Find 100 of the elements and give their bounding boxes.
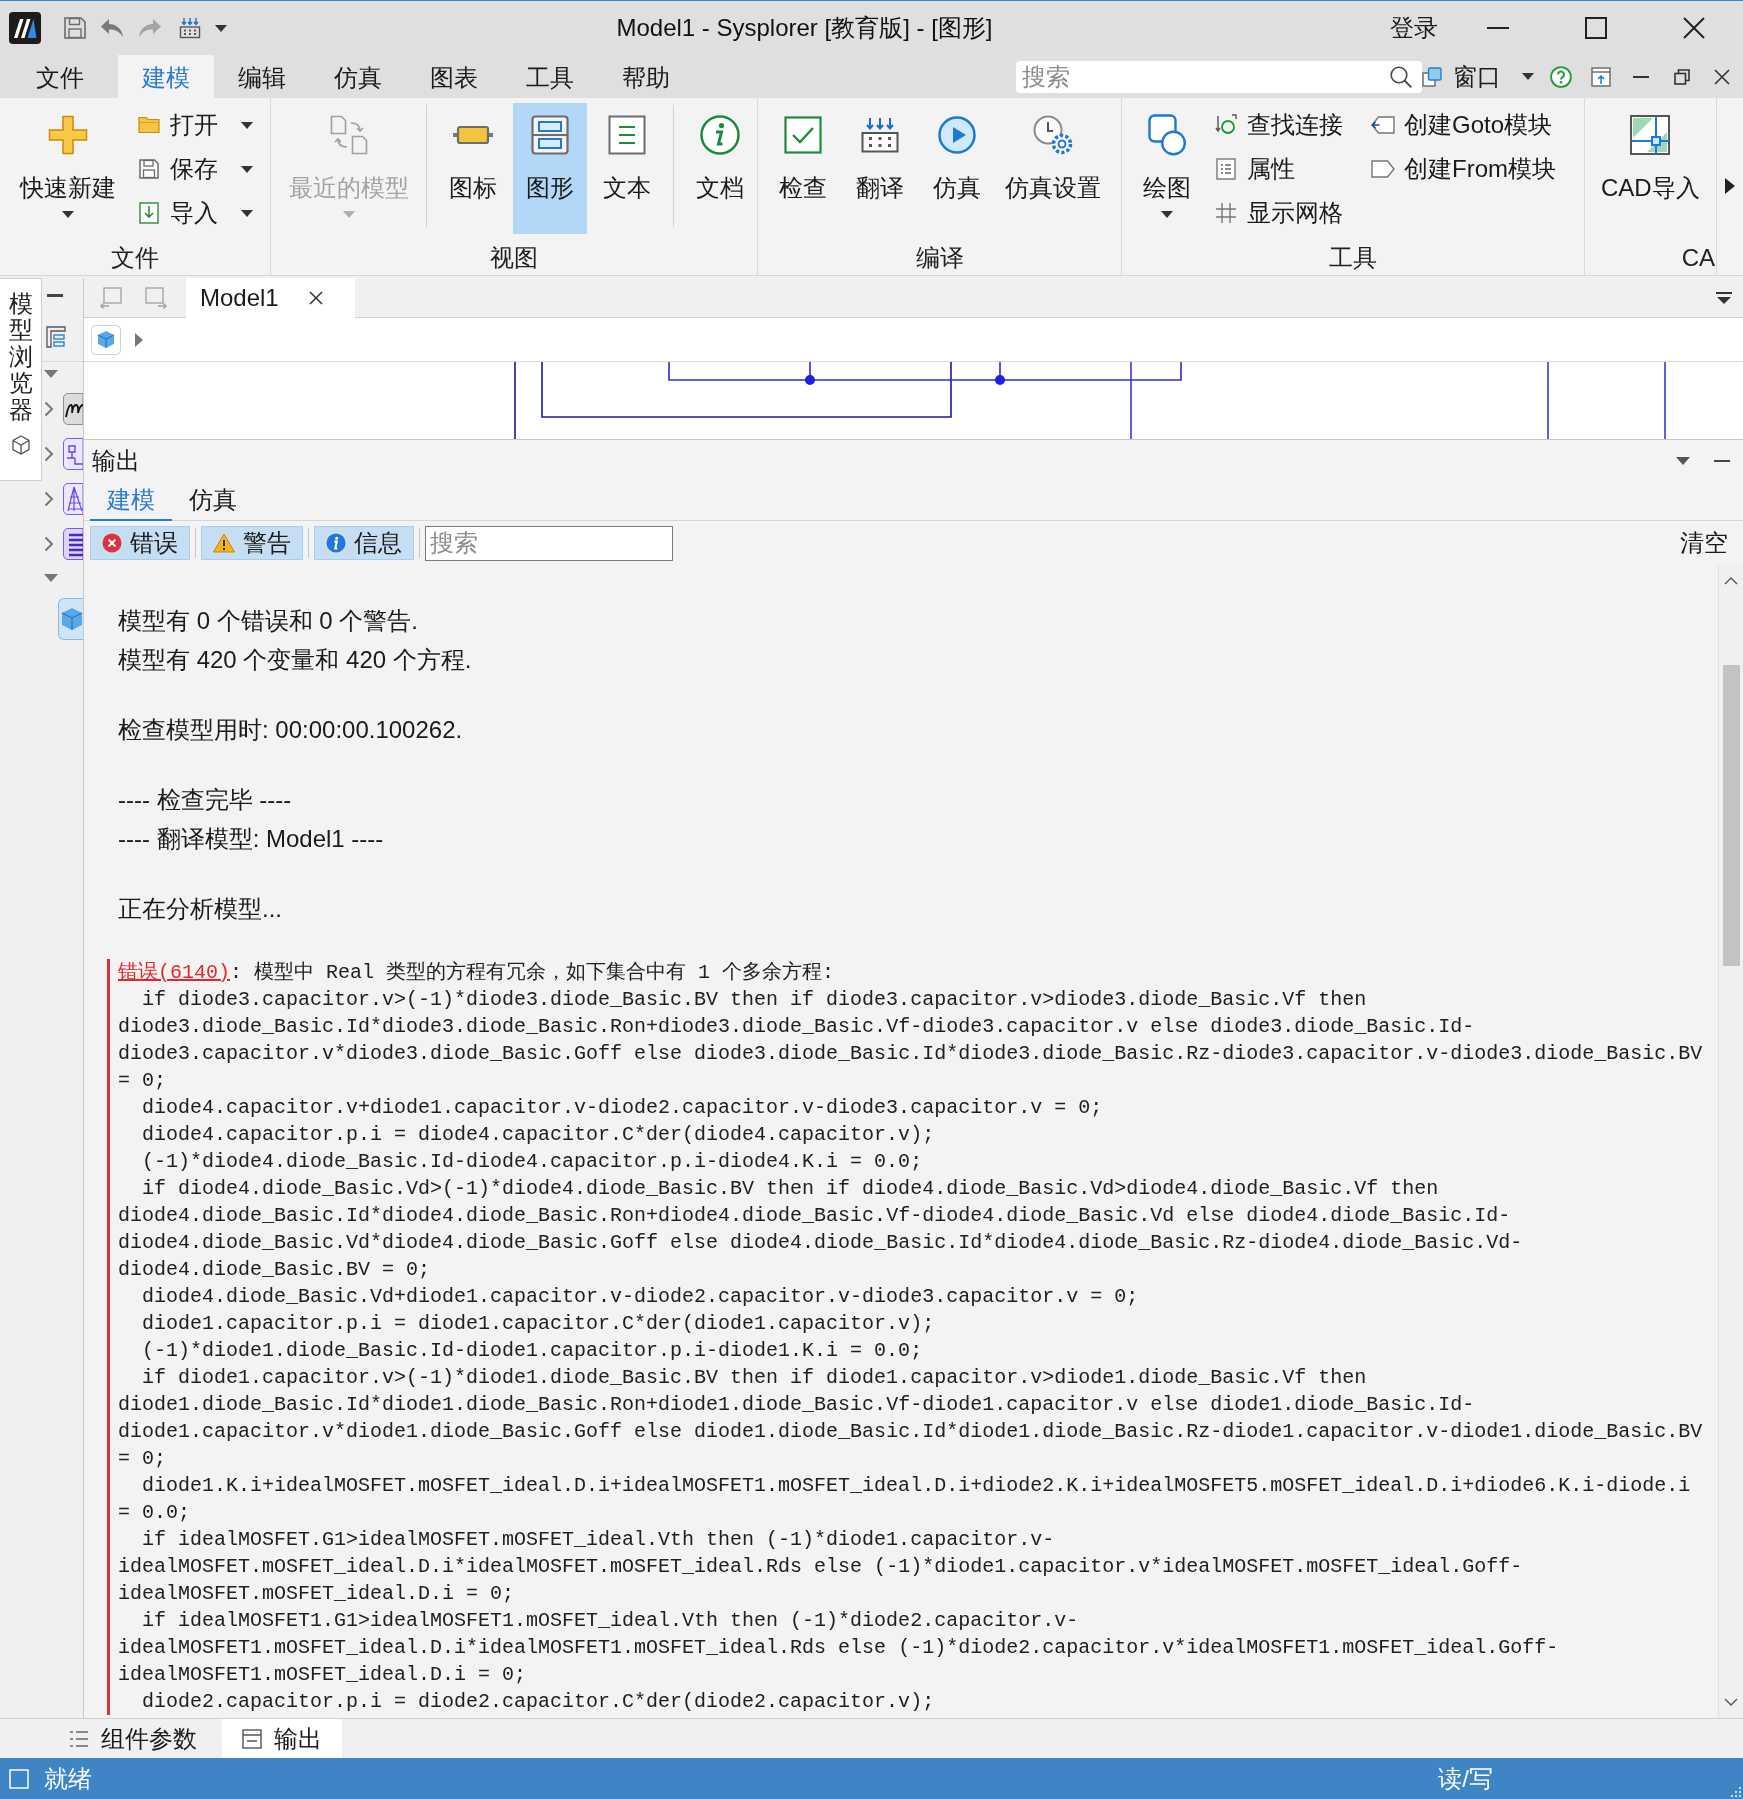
ribbon-button[interactable]: 仿真设置 [997,103,1109,234]
group-label: 文件 [110,243,160,273]
minimize-icon[interactable] [1714,459,1730,462]
menu-caret-icon[interactable] [1716,291,1732,304]
dotted-box-icon [861,117,899,153]
scroll-up-icon[interactable] [1724,577,1738,585]
cube-icon [61,607,83,631]
log-message: 模型有 420 个变量和 420 个方程. [118,645,473,675]
equation-text: diode1.K.i+idealMOSFET.mOSFET_ideal.D.i+idealMOSFET1.mOSFET_ideal.D.i+diode2.K.i+idealMOSFET5.mOSFET_ideal.D.i+diode6.K.i-diode.i = 0.0; [118,1473,1692,1526]
ribbon-button[interactable]: 查找连接 [1209,103,1347,147]
menu-tab[interactable]: 工具 [502,55,598,98]
save-icon [139,159,159,179]
cube-icon[interactable] [91,324,121,355]
error-code-link[interactable]: 错误(6140) [118,961,230,984]
error-icon [102,533,122,553]
help-icon[interactable] [1550,65,1572,88]
clear-button[interactable]: 清空 [1680,527,1728,559]
ribbon-button[interactable]: 创建From模块 [1366,147,1560,191]
status-text: 读/写 [1438,1763,1493,1794]
panel-tab[interactable]: 输出 [222,1719,342,1758]
ribbon-button[interactable]: 文档 [683,103,757,234]
search-field[interactable]: 搜索 [425,525,673,561]
output-tab[interactable]: 仿真 [172,481,254,521]
shapes-icon [1148,114,1186,156]
ribbon-button[interactable]: 检查 [766,103,840,234]
caret-icon [343,211,355,218]
import-icon [139,202,159,224]
clock-gear-icon [1033,115,1073,155]
group-label: CA [1680,243,1716,273]
window-menu-button[interactable]: 窗口 [1422,60,1534,93]
menu-tab[interactable]: 建模 [118,55,214,98]
ribbon-button[interactable]: 属性 [1209,147,1347,191]
filter-toggle[interactable]: 错误 [90,526,190,560]
caret-icon[interactable] [1676,456,1690,465]
undo-icon[interactable] [100,18,124,38]
output-tab[interactable]: 建模 [90,481,172,521]
equation-text: diode1.capacitor.p.i = diode1.capacitor.C*der(diode1.capacitor.v); [141,1311,936,1337]
chevron-right-icon[interactable] [1725,178,1735,194]
ribbon-button[interactable]: 图标 [436,103,510,234]
ribbon-button[interactable]: 保存 [132,147,257,191]
equation-text: diode4.capacitor.p.i = diode4.capacitor.C*der(diode4.capacitor.v); [141,1122,936,1148]
resize-grip-icon[interactable] [1731,1787,1741,1797]
caret-icon [1522,73,1534,80]
close-icon[interactable] [1683,17,1705,39]
library-icon[interactable] [63,527,83,560]
ribbon-button[interactable]: 导入 [132,191,257,235]
ribbon-button[interactable]: 快速新建 [12,103,124,234]
windows-icon [1422,66,1442,87]
panel-tab[interactable]: 组件参数 [60,1719,206,1758]
maximize-icon[interactable] [1585,17,1607,39]
ribbon-button[interactable]: 显示网格 [1209,191,1347,235]
menu-tab[interactable]: 仿真 [310,55,406,98]
equation-text: if idealMOSFET.G1>idealMOSFET.mOSFET_ideal.Vth then (-1)*diode1.capacitor.v-idealMOSFET.mOSFET_ideal.D.i*idealMOSFET.mOSFET_ideal.Rds else (-1)*diode1.capacitor.v*idealMOSFET.mOSFET_ideal.Goff-idealMOSFET.mOSFET_ideal.D.i = 0; [118,1527,1524,1607]
library-icon[interactable] [63,392,83,425]
panel-title: 输出 [92,445,140,476]
diagram-icon [531,115,569,155]
checkbox-icon [784,116,822,154]
list-icon [69,1729,89,1748]
ribbon-button[interactable]: 文本 [590,103,664,234]
equation-text: (-1)*diode1.diode_Basic.Id-diode1.capacitor.p.i-diode1.K.i = 0.0; [141,1338,924,1364]
caret-icon[interactable] [215,24,227,32]
tag-left-icon [1371,116,1395,134]
close-icon[interactable] [1714,68,1730,85]
scroll-down-icon[interactable] [1724,1698,1738,1706]
ribbon-button[interactable]: 图形 [513,103,587,234]
ribbon-button[interactable]: 翻译 [843,103,917,234]
menu-tab[interactable]: 图表 [406,55,502,98]
equation-text: if diode4.diode_Basic.Vd>(-1)*diode4.diode_Basic.BV then if diode4.diode_Basic.Vd>diode4.diode_Basic.Vf then diode4.diode_Basic.Id*diode4.diode_Basic.Ron+diode4.diode_Basic.Vf-diode4.diode_Basic.Vd else diode4.diode_Basic.Id-diode4.diode_Basic.Vd*diode4.diode_Basic.Goff else diode4.diode_Basic.Id*diode4.diode_Basic.Rz-diode4.diode_Basic.Vd-diode4.diode_Basic.BV = 0; [118,1176,1524,1283]
restore-icon[interactable] [1674,68,1690,85]
scrollbar-thumb[interactable] [1722,665,1740,966]
filter-toggle[interactable]: 信息 [314,526,414,560]
side-tab[interactable]: 模型浏览器 [0,278,42,481]
ribbon-button[interactable]: CAD导入 [1593,103,1708,234]
ribbon-button[interactable]: 打开 [132,103,257,147]
caret-icon [241,121,253,129]
filter-toggle[interactable]: 警告 [201,526,303,560]
tree-view-icon[interactable] [46,325,66,348]
square-icon [9,1768,29,1789]
dotted-box-icon[interactable] [179,17,201,39]
document-tab[interactable]: Model1 [186,277,355,318]
ribbon-button[interactable]: 创建Goto模块 [1366,103,1560,147]
menu-tab[interactable]: 编辑 [214,55,310,98]
menu-tab[interactable]: 帮助 [598,55,694,98]
ribbon-button[interactable]: 仿真 [920,103,994,234]
search-field[interactable]: 搜索 [1016,60,1422,93]
ribbon-button[interactable]: 绘图 [1130,103,1204,234]
folder-icon [138,116,160,134]
minimize-icon[interactable] [47,293,63,297]
equation-text: if idealMOSFET1.G1>idealMOSFET1.mOSFET_ideal.Vth then (-1)*diode2.capacitor.v-idealMOSFET1.mOSFET_ideal.D.i*idealMOSFET1.mOSFET_ideal.Rds else (-1)*diode2.capacitor.v*idealMOSFET1.mOSFET_ideal.Goff-idealMOSFET1.mOSFET_ideal.D.i = 0; [118,1608,1560,1688]
model-tree-item[interactable] [58,598,83,640]
log-message: ---- 检查完毕 ---- [118,785,293,815]
save-icon[interactable] [64,17,86,39]
minimize-icon[interactable] [1633,75,1649,78]
log-message: 检查模型用时: 00:00:00.100262. [118,715,464,745]
menu-tab[interactable]: 文件 [12,55,108,98]
list-icon [1216,158,1236,180]
group-label: 工具 [1328,243,1378,273]
cad-icon [1630,115,1671,155]
close-icon[interactable] [308,290,323,305]
login-button[interactable]: 登录 [1384,12,1444,44]
